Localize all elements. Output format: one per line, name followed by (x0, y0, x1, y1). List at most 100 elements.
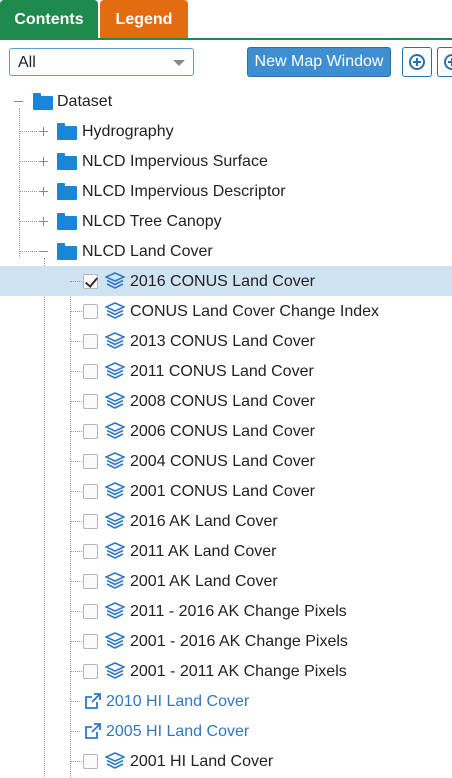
tree-layer-row[interactable]: 2001 AK Land Cover (0, 566, 452, 596)
layers-icon (104, 302, 126, 320)
folder-label: NLCD Tree Canopy (82, 213, 222, 230)
layer-checkbox[interactable] (83, 514, 98, 529)
tree-folder-row[interactable]: NLCD Tree Canopy (0, 206, 452, 236)
tree-guide-line (70, 311, 82, 312)
expand-icon[interactable] (38, 186, 49, 197)
layer-checkbox[interactable] (83, 394, 98, 409)
layer-checkbox[interactable] (83, 484, 98, 499)
folder-icon (57, 213, 77, 230)
tree-guide-line (70, 491, 82, 492)
layer-label: 2001 AK Land Cover (130, 573, 278, 590)
tree-layer-row[interactable]: 2004 CONUS Land Cover (0, 446, 452, 476)
layer-checkbox[interactable] (83, 424, 98, 439)
tree-guide-line (70, 551, 82, 552)
layer-checkbox[interactable] (83, 754, 98, 769)
tree-link-row[interactable]: 2005 HI Land Cover (0, 716, 452, 746)
layer-link[interactable]: 2010 HI Land Cover (106, 693, 249, 711)
layers-icon (104, 542, 126, 560)
tree-root-row[interactable]: Dataset (0, 86, 452, 116)
layer-label: 2004 CONUS Land Cover (130, 453, 315, 470)
layers-icon (104, 392, 126, 410)
layer-label: 2013 CONUS Land Cover (130, 333, 315, 350)
new-map-window-button[interactable]: New Map Window (247, 47, 391, 77)
external-link-icon (84, 722, 102, 740)
zoom-in-button[interactable] (402, 47, 432, 77)
layer-checkbox[interactable] (83, 634, 98, 649)
zoom-extent-icon (444, 54, 452, 70)
layer-label: CONUS Land Cover Change Index (130, 303, 380, 320)
layer-checkbox[interactable] (83, 274, 98, 289)
tree-layer-row[interactable]: 2001 - 2016 AK Change Pixels (0, 626, 452, 656)
layer-checkbox[interactable] (83, 304, 98, 319)
tree-folder-row[interactable]: NLCD Impervious Descriptor (0, 176, 452, 206)
layer-filter-value: All (18, 54, 36, 71)
tree-guide-line (70, 731, 80, 732)
tree-folder-row[interactable]: NLCD Land Cover (0, 236, 452, 266)
layer-label: 2011 CONUS Land Cover (130, 363, 314, 380)
tree-layer-row[interactable]: 2001 HI Land Cover (0, 746, 452, 776)
layer-label: 2016 AK Land Cover (130, 513, 278, 530)
tree-folder-row[interactable]: Hydrography (0, 116, 452, 146)
layer-label: 2011 - 2016 AK Change Pixels (130, 603, 347, 620)
tree-guide-line (70, 701, 80, 702)
layer-checkbox[interactable] (83, 574, 98, 589)
tree-folder-row[interactable]: NLCD Impervious Surface (0, 146, 452, 176)
expand-icon[interactable] (38, 126, 49, 137)
tree-guide-line (19, 221, 37, 222)
tree-layer-row[interactable]: 2016 CONUS Land Cover (0, 266, 452, 296)
layers-icon (104, 452, 126, 470)
layers-icon (104, 272, 126, 290)
tree-layer-row[interactable]: 2008 CONUS Land Cover (0, 386, 452, 416)
layer-checkbox[interactable] (83, 604, 98, 619)
layer-label: 2006 CONUS Land Cover (130, 423, 315, 440)
tree-guide-line (70, 461, 82, 462)
layers-icon (104, 602, 126, 620)
tree-guide-line (70, 671, 82, 672)
layer-checkbox[interactable] (83, 664, 98, 679)
tree-layer-row[interactable]: 2013 CONUS Land Cover (0, 326, 452, 356)
tree-layer-row[interactable]: 2011 - 2016 AK Change Pixels (0, 596, 452, 626)
folder-icon (57, 183, 77, 200)
zoom-extent-button[interactable] (437, 47, 452, 77)
tree-root-label: Dataset (57, 93, 113, 110)
tree-guide-line (19, 161, 37, 162)
layer-checkbox[interactable] (83, 544, 98, 559)
layer-label: 2011 AK Land Cover (130, 543, 277, 560)
layers-icon (104, 482, 126, 500)
layer-filter-select[interactable]: All (9, 48, 194, 76)
layer-link[interactable]: 2005 HI Land Cover (106, 723, 249, 741)
layer-checkbox[interactable] (83, 454, 98, 469)
tree-layer-row[interactable]: 2011 AK Land Cover (0, 536, 452, 566)
folder-icon (57, 243, 77, 260)
layer-label: 2001 - 2016 AK Change Pixels (130, 633, 348, 650)
external-link-icon (84, 692, 102, 710)
collapse-icon[interactable] (13, 96, 24, 107)
layers-icon (104, 752, 126, 770)
tree-layer-row[interactable]: 2001 CONUS Land Cover (0, 476, 452, 506)
expand-icon[interactable] (38, 156, 49, 167)
tree-layer-row[interactable]: 2016 AK Land Cover (0, 506, 452, 536)
layer-checkbox[interactable] (83, 334, 98, 349)
folder-label: NLCD Land Cover (82, 243, 213, 260)
collapse-icon[interactable] (38, 246, 49, 257)
tab-bar: Contents Legend (0, 0, 452, 40)
layer-label: 2001 - 2011 AK Change Pixels (130, 663, 347, 680)
layer-checkbox[interactable] (83, 364, 98, 379)
layers-icon (104, 632, 126, 650)
expand-icon[interactable] (38, 216, 49, 227)
tree-link-row[interactable]: 2010 HI Land Cover (0, 686, 452, 716)
layer-label: 2008 CONUS Land Cover (130, 393, 315, 410)
tree-layer-row[interactable]: 2011 CONUS Land Cover (0, 356, 452, 386)
tree-guide-line (19, 131, 37, 132)
tree-guide-line (70, 371, 82, 372)
tab-legend[interactable]: Legend (100, 0, 188, 38)
folder-label: Hydrography (82, 123, 174, 140)
layer-label: 2001 CONUS Land Cover (130, 483, 315, 500)
tree-layer-row[interactable]: 2006 CONUS Land Cover (0, 416, 452, 446)
tree-layer-row[interactable]: CONUS Land Cover Change Index (0, 296, 452, 326)
tree-guide-line (70, 761, 82, 762)
tab-contents[interactable]: Contents (0, 0, 98, 38)
folder-label: NLCD Impervious Surface (82, 153, 268, 170)
tree-layer-row[interactable]: 2001 - 2011 AK Change Pixels (0, 656, 452, 686)
layer-label: 2016 CONUS Land Cover (130, 273, 315, 290)
